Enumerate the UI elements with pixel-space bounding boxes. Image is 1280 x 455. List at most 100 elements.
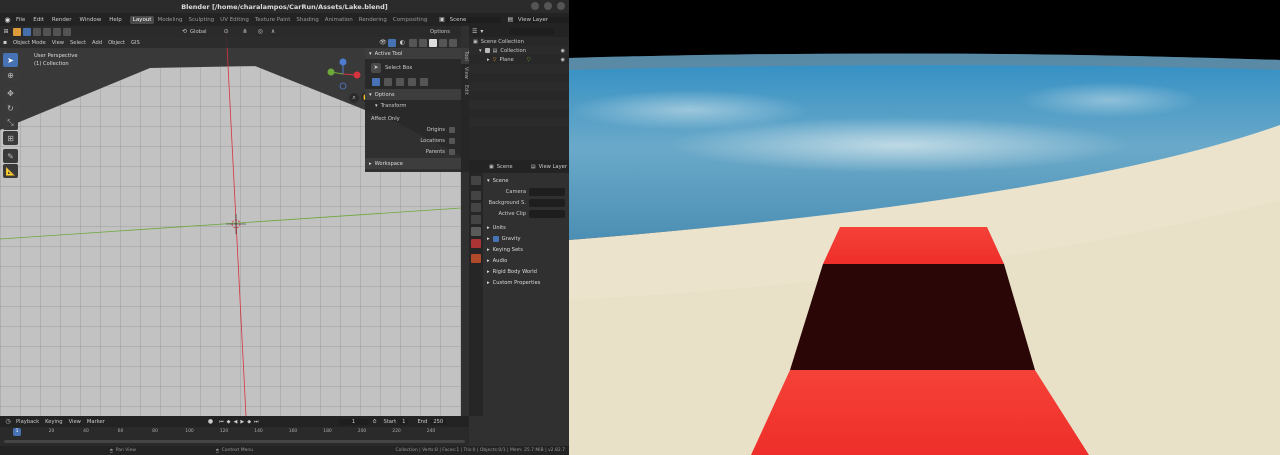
select-tool-icon[interactable] — [13, 27, 21, 36]
editor-type-icon[interactable]: ⊞ — [0, 28, 12, 35]
menu-object[interactable]: Object — [105, 40, 128, 46]
timeline-editor-icon[interactable]: ◷ — [3, 418, 13, 425]
visibility-icon[interactable]: 👁 — [379, 39, 387, 46]
select-mode-subtract-icon[interactable] — [43, 27, 51, 36]
locations-checkbox[interactable] — [449, 137, 455, 144]
mode-subtract-icon[interactable] — [396, 77, 404, 86]
tab-uv-editing[interactable]: UV Editing — [217, 16, 252, 24]
tab-animation[interactable]: Animation — [322, 16, 356, 24]
cursor-tool-icon[interactable]: ⊕ — [3, 68, 18, 82]
menu-window[interactable]: Window — [76, 17, 106, 23]
tab-edit[interactable]: Edit — [461, 82, 469, 98]
snap-icon[interactable]: ⋔ — [243, 28, 248, 35]
maximize-icon[interactable] — [544, 2, 552, 10]
jump-start-icon[interactable]: ⏮ — [219, 419, 224, 425]
shading-rendered-icon[interactable] — [449, 38, 457, 47]
transform-subsection[interactable]: ▾ Transform — [365, 100, 461, 111]
record-icon[interactable]: ● — [208, 418, 213, 425]
menu-select[interactable]: Select — [67, 40, 89, 46]
menu-edit[interactable]: Edit — [29, 17, 48, 23]
outliner-search-input[interactable] — [509, 28, 555, 35]
camera-field[interactable] — [529, 187, 565, 196]
menu-help[interactable]: Help — [105, 17, 126, 23]
gravity-checkbox[interactable] — [492, 235, 499, 242]
menu-file[interactable]: File — [12, 17, 29, 23]
active-tool-section[interactable]: ▾ Active Tool — [365, 48, 461, 59]
menu-gis[interactable]: GIS — [128, 40, 143, 46]
gravity-section[interactable]: ▸ Gravity — [484, 233, 569, 244]
select-mode-intersect-icon[interactable] — [63, 27, 71, 36]
minimize-icon[interactable] — [531, 2, 539, 10]
output-tab-icon[interactable] — [471, 203, 481, 212]
collection-checkbox[interactable] — [484, 48, 490, 53]
game-view[interactable] — [569, 0, 1280, 455]
object-tab-icon[interactable] — [471, 254, 481, 263]
options-section[interactable]: ▾ Options — [365, 89, 461, 100]
expand-icon[interactable]: ▸ — [487, 57, 490, 63]
tab-rendering[interactable]: Rendering — [356, 16, 390, 24]
prev-keyframe-icon[interactable]: ◆ — [227, 419, 231, 425]
render-tab-icon[interactable] — [471, 191, 481, 200]
mode-difference-icon[interactable] — [408, 77, 416, 86]
tab-shading[interactable]: Shading — [293, 16, 321, 24]
tab-view[interactable]: View — [461, 64, 469, 82]
start-frame-field[interactable]: 1 — [399, 418, 409, 425]
custom-properties-section[interactable]: ▸ Custom Properties — [484, 277, 569, 288]
play-reverse-icon[interactable]: ◀ — [233, 419, 237, 425]
properties-scene-label[interactable]: Scene — [497, 164, 513, 170]
object-mode-select[interactable]: Object Mode — [10, 40, 49, 46]
select-mode-new-icon[interactable] — [23, 27, 31, 36]
view-layer-selector[interactable]: View Layer — [513, 16, 569, 23]
eye-icon[interactable]: ◉ — [561, 48, 565, 54]
units-section[interactable]: ▸ Units — [484, 222, 569, 233]
active-clip-field[interactable] — [529, 209, 565, 218]
select-box-tool-icon[interactable]: ➤ — [3, 53, 18, 67]
current-frame-field[interactable]: 1 — [338, 418, 369, 425]
annotate-tool-icon[interactable]: ✎ — [3, 149, 18, 163]
parents-checkbox[interactable] — [449, 148, 455, 155]
select-mode-invert-icon[interactable] — [53, 27, 61, 36]
tab-sculpting[interactable]: Sculpting — [185, 16, 217, 24]
shading-wire-icon[interactable] — [419, 38, 427, 47]
mode-set-icon[interactable] — [372, 77, 380, 86]
background-field[interactable] — [529, 198, 565, 207]
keying-sets-section[interactable]: ▸ Keying Sets — [484, 244, 569, 255]
zoom-icon[interactable]: ⌕ — [349, 92, 359, 103]
menu-timeline-view[interactable]: View — [66, 419, 84, 425]
end-frame-field[interactable]: 250 — [430, 418, 447, 425]
outliner-row-scene-collection[interactable]: ▣ Scene Collection — [469, 37, 569, 46]
shading-solid-icon[interactable] — [429, 38, 437, 47]
scene-section[interactable]: ▾ Scene — [484, 175, 569, 186]
tab-compositing[interactable]: Compositing — [390, 16, 430, 24]
expand-icon[interactable]: ▾ — [479, 48, 482, 54]
rigid-body-section[interactable]: ▸ Rigid Body World — [484, 266, 569, 277]
proportional-icon[interactable]: ◎ — [258, 28, 263, 35]
menu-marker[interactable]: Marker — [84, 419, 108, 425]
tab-tool[interactable]: Tool — [461, 48, 469, 64]
menu-view[interactable]: View — [49, 40, 67, 46]
outliner-row-collection[interactable]: ▾ ▤ Collection ◉ — [469, 46, 569, 55]
mode-intersect-icon[interactable] — [420, 77, 428, 86]
falloff-icon[interactable]: ∧ — [271, 28, 275, 35]
options-menu[interactable]: Options — [427, 29, 453, 35]
game-canvas[interactable] — [569, 0, 1280, 455]
menu-render[interactable]: Render — [48, 17, 76, 23]
measure-tool-icon[interactable]: 📐 — [3, 164, 18, 178]
world-tab-icon[interactable] — [471, 239, 481, 248]
select-box-icon[interactable]: ➤ — [371, 62, 381, 73]
rotate-tool-icon[interactable]: ↻ — [3, 101, 18, 115]
jump-end-icon[interactable]: ⏭ — [254, 419, 259, 425]
scene-selector[interactable]: Scene — [445, 16, 501, 23]
eye-icon[interactable]: ◉ — [561, 57, 565, 63]
timeline-scrollbar[interactable] — [4, 440, 465, 443]
menu-playback[interactable]: Playback — [13, 419, 42, 425]
gizmo-toggle-icon[interactable] — [387, 38, 396, 47]
mode-extend-icon[interactable] — [384, 77, 392, 86]
audio-section[interactable]: ▸ Audio — [484, 255, 569, 266]
close-icon[interactable] — [557, 2, 565, 10]
workspace-section[interactable]: ▸ Workspace — [365, 158, 461, 169]
play-icon[interactable]: ▶ — [240, 419, 244, 425]
outliner-editor-icon[interactable]: ☰ — [472, 28, 477, 35]
origins-checkbox[interactable] — [449, 126, 455, 133]
transform-tool-icon[interactable]: ⊞ — [3, 131, 18, 145]
